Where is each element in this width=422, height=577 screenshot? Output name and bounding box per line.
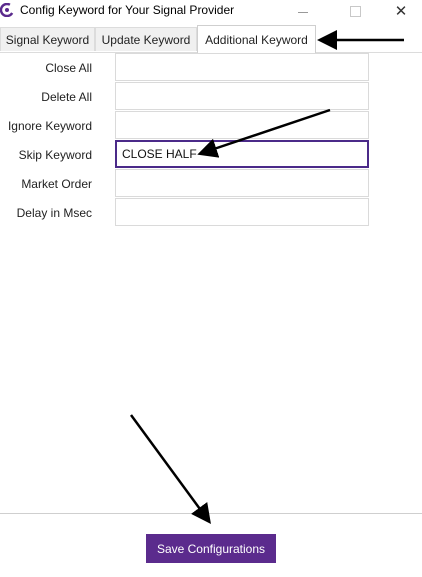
- ignore-keyword-label: Ignore Keyword: [7, 119, 92, 133]
- footer-divider: [0, 513, 422, 514]
- tab-signal-keyword[interactable]: Signal Keyword: [0, 27, 95, 51]
- close-all-label: Close All: [45, 61, 92, 75]
- window-title: Config Keyword for Your Signal Provider: [20, 3, 235, 17]
- annotation-arrow-save-button: [129, 414, 211, 525]
- minimize-button[interactable]: [280, 0, 326, 22]
- close-all-input[interactable]: [115, 53, 369, 81]
- maximize-icon: [349, 5, 361, 17]
- minimize-icon: [298, 11, 308, 13]
- delete-all-label: Delete All: [41, 90, 92, 104]
- delay-in-msec-label: Delay in Msec: [16, 206, 92, 220]
- ignore-keyword-input[interactable]: [115, 111, 369, 139]
- skip-keyword-input[interactable]: [115, 140, 369, 168]
- close-icon: ✕: [394, 2, 408, 20]
- market-order-label: Market Order: [21, 177, 92, 191]
- app-logo-icon: [0, 3, 14, 17]
- save-configurations-button[interactable]: Save Configurations: [146, 534, 276, 563]
- tab-update-keyword[interactable]: Update Keyword: [95, 27, 197, 51]
- tab-strip: Signal Keyword Update Keyword Additional…: [0, 25, 422, 53]
- close-button[interactable]: ✕: [378, 0, 422, 22]
- tab-additional-keyword[interactable]: Additional Keyword: [197, 25, 316, 53]
- delete-all-input[interactable]: [115, 82, 369, 110]
- delay-in-msec-input[interactable]: [115, 198, 369, 226]
- maximize-button[interactable]: [332, 0, 378, 22]
- skip-keyword-label: Skip Keyword: [18, 148, 92, 162]
- title-bar: Config Keyword for Your Signal Provider …: [0, 0, 422, 22]
- market-order-input[interactable]: [115, 169, 369, 197]
